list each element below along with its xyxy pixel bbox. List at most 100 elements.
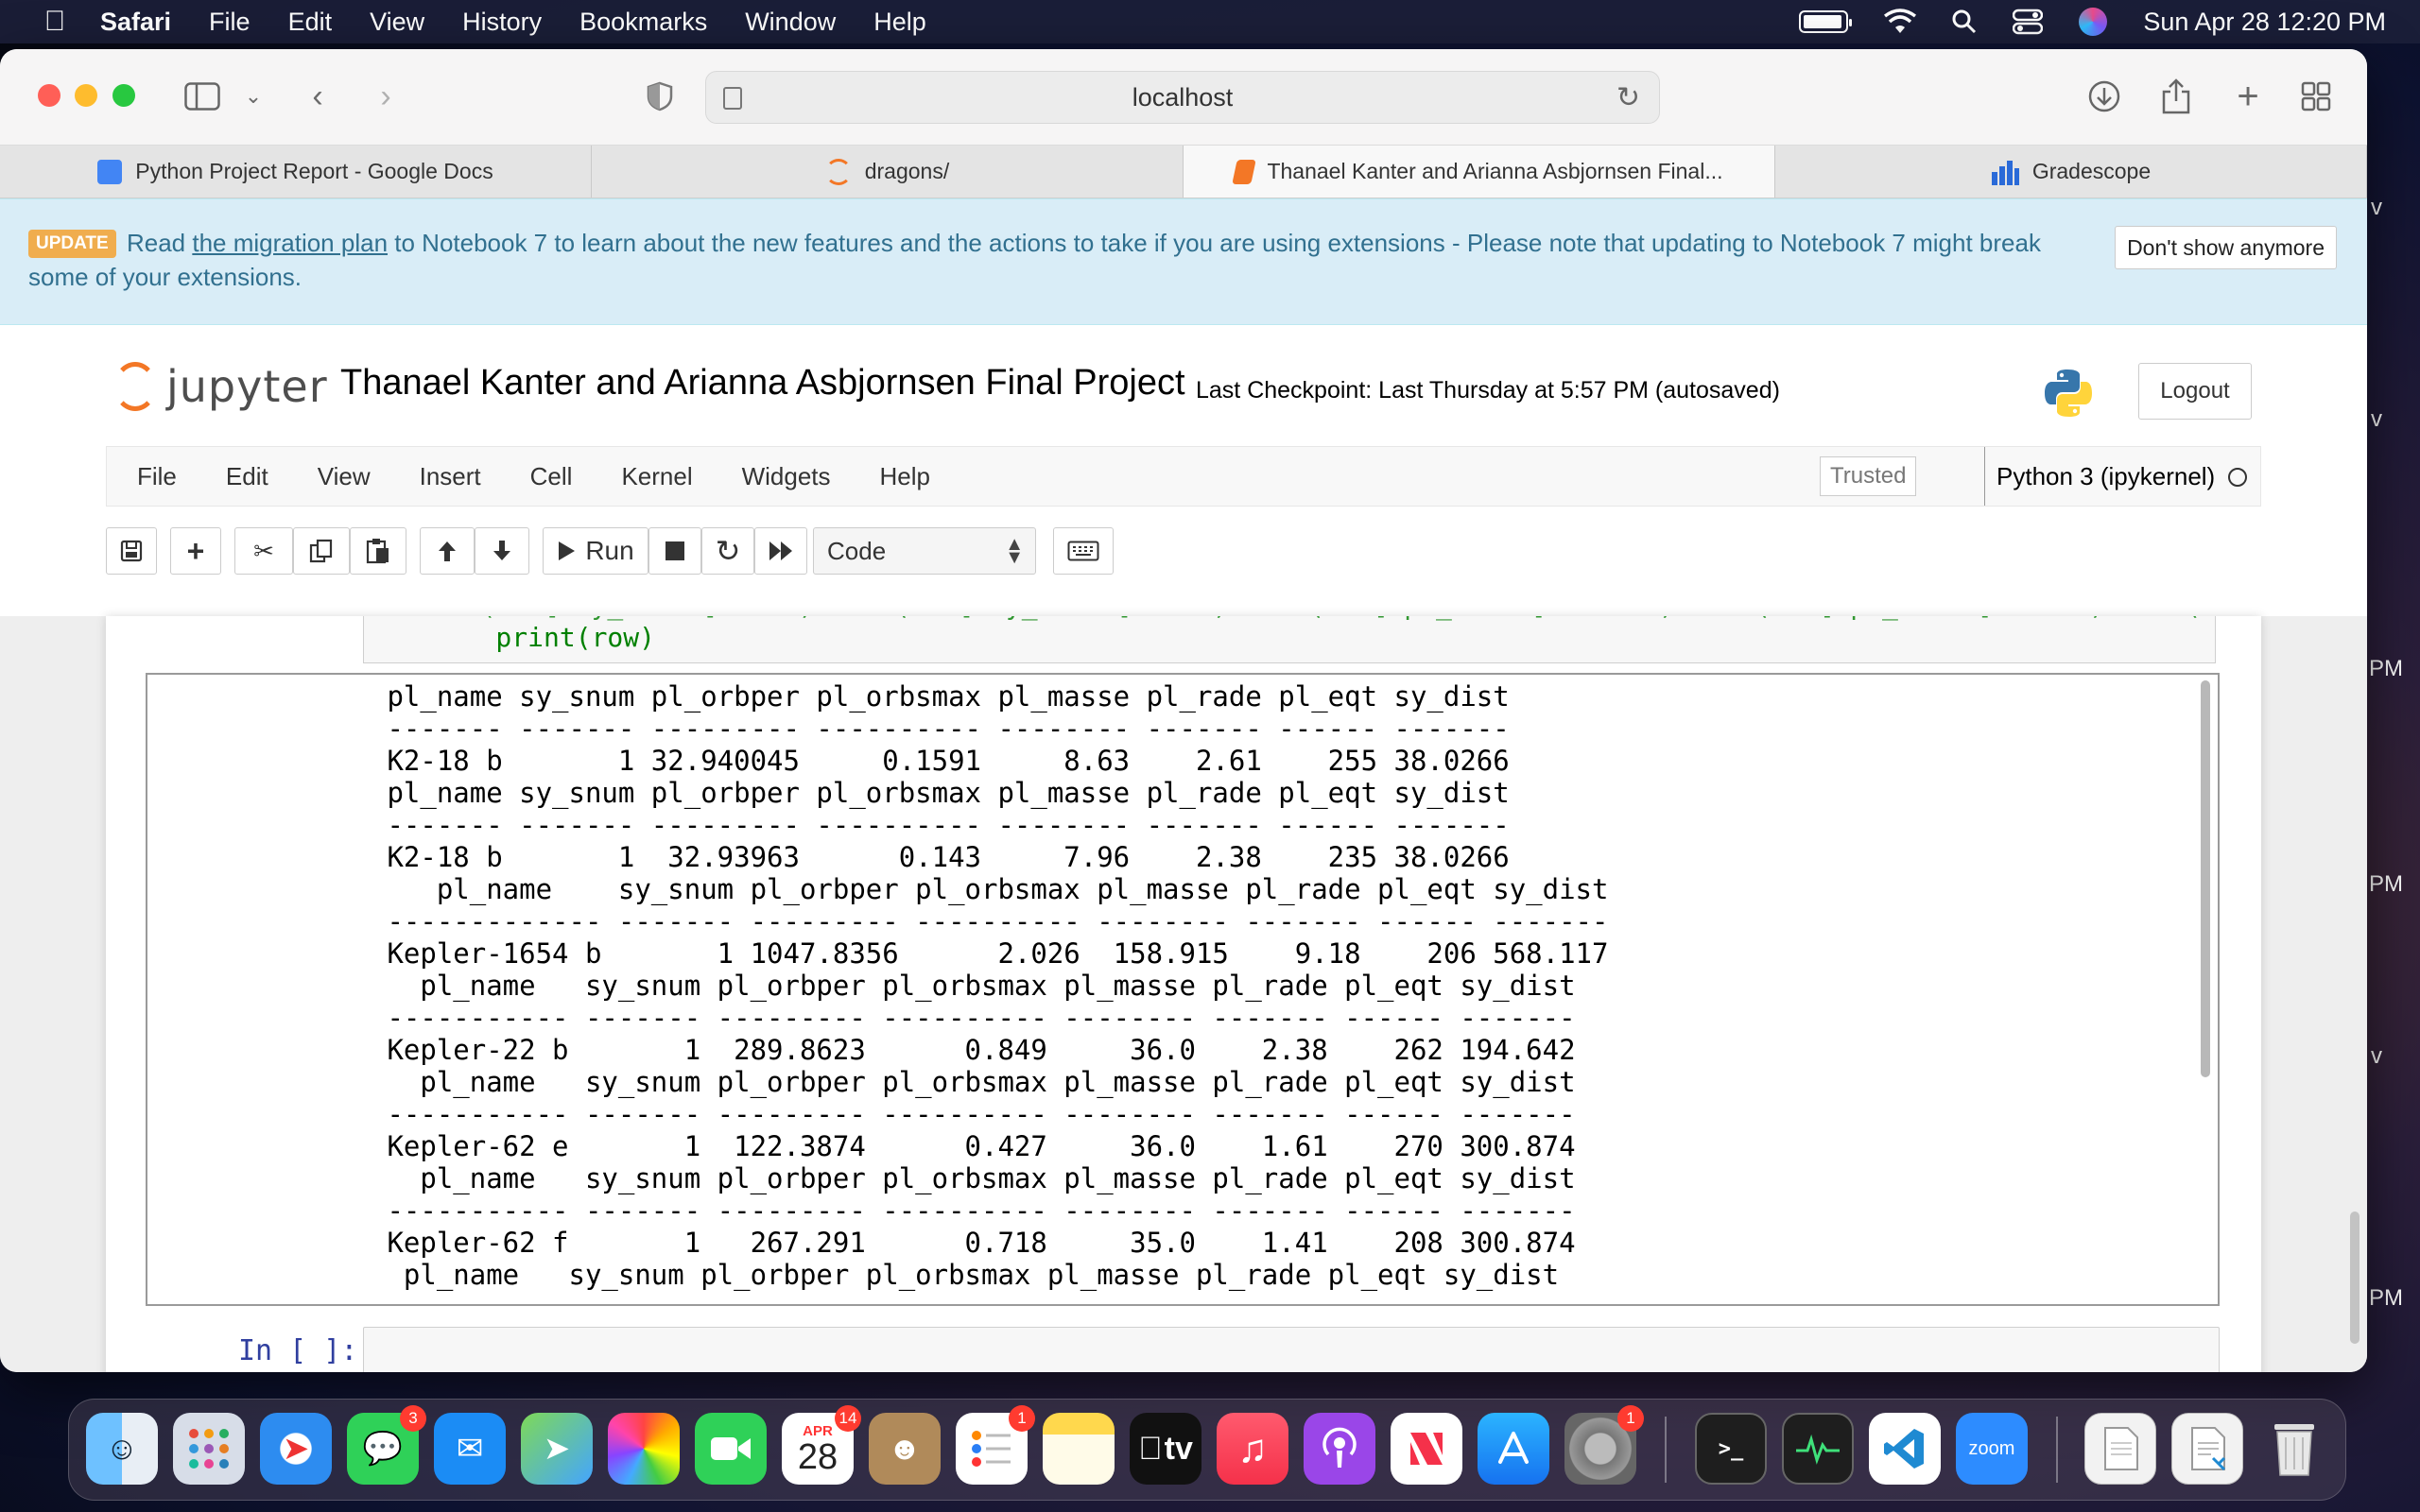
sidebar-toggle-icon[interactable] (183, 76, 221, 117)
copy-icon[interactable] (293, 527, 350, 575)
siri-icon[interactable] (2079, 8, 2108, 36)
wifi-icon[interactable] (1884, 9, 1917, 35)
cell-type-select[interactable]: Code ▲ ▼ (813, 527, 1036, 575)
cut-icon[interactable]: ✂ (234, 527, 293, 575)
privacy-shield-icon[interactable] (643, 76, 677, 117)
page-scrollbar[interactable] (2350, 1211, 2360, 1344)
interrupt-kernel-icon[interactable] (648, 527, 701, 575)
menu-app-safari[interactable]: Safari (100, 8, 171, 37)
tab-overview-icon[interactable] (2297, 76, 2335, 117)
nb-menu-cell[interactable]: Cell (530, 462, 573, 491)
news-icon[interactable] (1391, 1413, 1462, 1485)
menu-file[interactable]: File (209, 8, 251, 37)
menu-history[interactable]: History (462, 8, 542, 37)
share-icon[interactable] (2157, 76, 2195, 117)
maps-icon[interactable]: ➤ (521, 1413, 593, 1485)
zoom-icon[interactable]: zoom (1956, 1413, 2028, 1485)
music-icon[interactable]: ♫ (1217, 1413, 1288, 1485)
address-bar[interactable]: localhost ↻ (705, 71, 1660, 124)
restart-run-all-icon[interactable] (754, 527, 807, 575)
dock-separator (2056, 1417, 2058, 1483)
menu-view[interactable]: View (370, 8, 424, 37)
cell-output-area[interactable]: pl_name sy_snum pl_orbper pl_orbsmax pl_… (146, 673, 2220, 1306)
notebook-title[interactable]: Thanael Kanter and Arianna Asbjornsen Fi… (340, 363, 1185, 404)
finder-icon[interactable]: ☺ (86, 1413, 158, 1485)
jupyter-logo[interactable]: jupyter (113, 361, 328, 412)
nb-menu-kernel[interactable]: Kernel (621, 462, 692, 491)
minimize-window-button[interactable] (75, 84, 97, 107)
reminders-icon[interactable]: 1 (956, 1405, 1035, 1485)
menu-clock[interactable]: Sun Apr 28 12:20 PM (2143, 8, 2386, 37)
menu-edit[interactable]: Edit (288, 8, 333, 37)
zoom-window-button[interactable] (112, 84, 135, 107)
insert-cell-icon[interactable]: + (170, 527, 221, 575)
nb-menu-view[interactable]: View (318, 462, 371, 491)
nb-menu-widgets[interactable]: Widgets (742, 462, 831, 491)
terminal-icon[interactable]: >_ (1695, 1413, 1767, 1485)
photos-icon[interactable] (608, 1413, 680, 1485)
dont-show-anymore-button[interactable]: Don't show anymore (2115, 226, 2337, 269)
nb-menu-insert[interactable]: Insert (420, 462, 481, 491)
system-settings-icon[interactable]: 1 (1564, 1405, 1644, 1485)
gradescope-icon (1991, 160, 2019, 185)
calendar-icon[interactable]: APR 28 14 (782, 1405, 861, 1485)
vscode-icon[interactable] (1869, 1413, 1941, 1485)
nb-menu-file[interactable]: File (137, 462, 177, 491)
facetime-icon[interactable] (695, 1413, 767, 1485)
podcasts-icon[interactable] (1304, 1413, 1375, 1485)
desktop-text-fragment: PM (2369, 871, 2403, 897)
nb-menu-edit[interactable]: Edit (226, 462, 268, 491)
downloads-icon[interactable] (2085, 76, 2123, 117)
contacts-icon[interactable]: ☻ (869, 1413, 941, 1485)
kernel-name[interactable]: Python 3 (ipykernel) (1984, 447, 2215, 506)
control-center-icon[interactable] (2013, 9, 2044, 35)
sidebar-menu-chevron-icon[interactable]: ⌄ (242, 76, 265, 117)
tab-google-docs[interactable]: Python Project Report - Google Docs (0, 146, 592, 198)
new-tab-icon[interactable]: + (2229, 76, 2267, 117)
safari-compass-icon[interactable]: ➤ (260, 1413, 332, 1485)
menu-bookmarks[interactable]: Bookmarks (579, 8, 707, 37)
tab-notebook[interactable]: Thanael Kanter and Arianna Asbjornsen Fi… (1184, 146, 1775, 198)
menu-window[interactable]: Window (745, 8, 836, 37)
apple-tv-icon[interactable]: tv (1130, 1413, 1201, 1485)
checkpoint-status: Last Checkpoint: Last Thursday at 5:57 P… (1196, 377, 1780, 404)
run-button[interactable]: Run (543, 527, 648, 575)
menu-help[interactable]: Help (873, 8, 926, 37)
messages-icon[interactable]: 💬 3 (347, 1405, 426, 1485)
move-down-icon[interactable] (475, 527, 529, 575)
trusted-indicator[interactable]: Trusted (1820, 456, 1917, 496)
back-icon[interactable]: ‹ (301, 76, 335, 117)
code-cell-editor[interactable]: 2. (row[ sy_snum ] == 1) and (row[ sy_sn… (363, 616, 2216, 663)
activity-monitor-icon[interactable] (1782, 1413, 1854, 1485)
csv-file-stack-icon[interactable] (2084, 1413, 2156, 1485)
document-stack-icon[interactable] (2171, 1413, 2243, 1485)
apple-menu-icon[interactable]:  (38, 5, 72, 39)
nb-menu-help[interactable]: Help (880, 462, 930, 491)
spotlight-search-icon[interactable] (1952, 9, 1977, 34)
migration-plan-link[interactable]: the migration plan (192, 229, 388, 257)
mail-icon[interactable]: ✉ (434, 1413, 506, 1485)
notes-icon[interactable] (1043, 1413, 1115, 1485)
battery-icon[interactable] (1799, 10, 1853, 33)
tab-label: Thanael Kanter and Arianna Asbjornsen Fi… (1267, 159, 1723, 183)
output-scrollbar[interactable] (2201, 680, 2210, 1077)
calendar-day: 28 (797, 1436, 838, 1477)
restart-kernel-icon[interactable]: ↻ (701, 527, 754, 575)
launchpad-icon[interactable] (173, 1413, 245, 1485)
app-store-icon[interactable] (1478, 1413, 1549, 1485)
empty-code-cell[interactable] (363, 1327, 2220, 1372)
move-up-icon[interactable] (420, 527, 475, 575)
reload-icon[interactable]: ↻ (1616, 81, 1640, 114)
notebook-container: 2. (row[ sy_snum ] == 1) and (row[ sy_sn… (0, 616, 2367, 1372)
tab-dragons[interactable]: dragons/ (592, 146, 1184, 198)
safari-window: ⌄ ‹ › localhost ↻ + Python Project Repor… (0, 49, 2367, 1372)
trash-icon[interactable] (2258, 1413, 2330, 1485)
tv-label: tv (1151, 1430, 1193, 1467)
logout-button[interactable]: Logout (2138, 363, 2252, 420)
save-icon[interactable] (106, 527, 157, 575)
command-palette-keyboard-icon[interactable] (1053, 527, 1114, 575)
tab-gradescope[interactable]: Gradescope (1775, 146, 2367, 198)
paste-icon[interactable] (350, 527, 406, 575)
close-window-button[interactable] (38, 84, 60, 107)
forward-icon[interactable]: › (369, 76, 403, 117)
